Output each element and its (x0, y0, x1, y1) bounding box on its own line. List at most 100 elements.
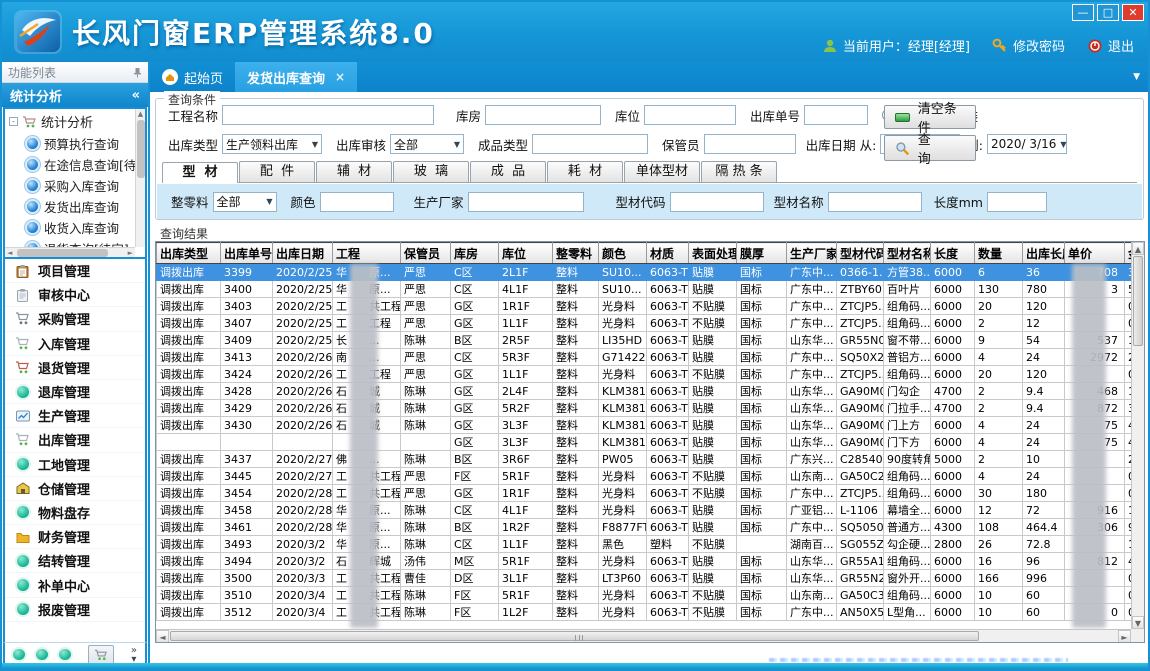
sidebar-menu-item[interactable]: 仓储管理 (5, 477, 145, 501)
column-header[interactable]: 出库类型 (157, 243, 221, 264)
material-tab[interactable]: 单体型材 (624, 161, 700, 182)
table-row[interactable]: 调拨出库35102020/3/4工共工程陈琳F区5R1F整料光身料6063-T5… (157, 587, 1146, 604)
tree-item[interactable]: 收货入库查询 (5, 217, 145, 238)
column-header[interactable]: 单价 (1065, 243, 1125, 264)
sidebar-menu-item[interactable]: 补单中心 (5, 573, 145, 597)
table-row[interactable]: 调拨出库34092020/2/25长...陈琳B区2R5F整料LI35HD606… (157, 332, 1146, 349)
horizontal-scrollbar[interactable]: ◄ ► (156, 629, 1131, 642)
sidebar-menu-item[interactable]: 结转管理 (5, 549, 145, 573)
toolbar-overflow-button[interactable]: »▾ (131, 646, 137, 664)
tree-root[interactable]: - 统计分析 (5, 109, 145, 133)
vertical-scrollbar[interactable]: ▲ ▼ (1131, 242, 1144, 629)
table-row[interactable]: 调拨出库33992020/2/25华原...严思C区2L1F整料SU10...6… (157, 264, 1146, 281)
material-tab[interactable]: 玻 璃 (393, 161, 469, 182)
column-header[interactable]: 生产厂家 (787, 243, 837, 264)
warehouse-input[interactable] (485, 105, 601, 125)
scroll-right-icon[interactable]: ► (1118, 630, 1131, 643)
logout-button[interactable]: 退出 (1087, 36, 1134, 55)
table-row[interactable]: 调拨出库34612020/2/28华原...陈琳B区1R2F整料F8877FT6… (157, 519, 1146, 536)
column-header[interactable]: 出库长度 (1023, 243, 1065, 264)
material-tab[interactable]: 型 材 (162, 162, 238, 183)
out-type-select[interactable]: 生产领料出库▼ (222, 134, 322, 154)
project-name-input[interactable] (222, 105, 434, 125)
sidebar-menu-item[interactable]: 入库管理 (5, 332, 145, 356)
toolbar-circle-icon[interactable] (36, 649, 48, 660)
column-header[interactable]: 型材代码 (837, 243, 884, 264)
order-no-input[interactable] (804, 105, 868, 125)
tab-list-dropdown-icon[interactable]: ▼ (1133, 72, 1140, 82)
table-row[interactable]: 调拨出库34282020/2/26石城陈琳G区2L4F整料KLM38176063… (157, 383, 1146, 400)
toolbar-circle-icon[interactable] (59, 649, 71, 660)
tree-item[interactable]: 预算执行查询 (5, 133, 145, 154)
column-header[interactable]: 长度 (931, 243, 975, 264)
location-input[interactable] (644, 105, 736, 125)
table-row[interactable]: 调拨出库34242020/2/26工工程严思G区1L1F整料光身料6063-T5… (157, 366, 1146, 383)
table-row[interactable]: 调拨出库34942020/3/2石辉城汤伟M区5R1F整料光身料6063-T5贴… (157, 553, 1146, 570)
column-header[interactable]: 材质 (647, 243, 689, 264)
table-row[interactable]: 调拨出库34542020/2/28工共工程严思G区1R1F整料光身料6063-T… (157, 485, 1146, 502)
whole-select[interactable]: 全部▼ (213, 192, 277, 212)
product-type-input[interactable] (532, 134, 648, 154)
table-row[interactable]: 调拨出库34032020/2/25工共工程严思G区1R1F整料光身料6063-T… (157, 298, 1146, 315)
column-header[interactable]: 数量 (975, 243, 1023, 264)
sidebar-menu-item[interactable]: 项目管理 (5, 259, 145, 283)
tree-item[interactable]: 发货出库查询 (5, 196, 145, 217)
scroll-down-icon[interactable]: ▼ (1132, 616, 1144, 629)
sidebar-menu-item[interactable]: 出库管理 (5, 428, 145, 452)
sidebar-menu-item[interactable]: 审核中心 (5, 283, 145, 307)
table-row[interactable]: 调拨出库34132020/2/26南...严思C区5R3F整料G71422606… (157, 349, 1146, 366)
column-header[interactable]: 型材名称 (884, 243, 931, 264)
scroll-up-icon[interactable]: ▲ (1132, 242, 1144, 255)
minimize-button[interactable]: — (1072, 4, 1094, 21)
sidebar-menu-item[interactable]: 退货管理 (5, 356, 145, 380)
table-row[interactable]: 调拨出库34932020/3/2华原...陈琳C区1L1F整料黑色塑料不贴膜湖南… (157, 536, 1146, 553)
table-row[interactable]: 调拨出库34582020/2/28华原...陈琳C区4L1F整料光身料6063-… (157, 502, 1146, 519)
table-row[interactable]: 调拨出库35002020/3/3工共工程曹佳D区3L1F整料LT3P606063… (157, 570, 1146, 587)
column-header[interactable]: 库房 (451, 243, 499, 264)
table-row[interactable]: 调拨出库34072020/2/25工工程严思G区1L1F整料光身料6063-T5… (157, 315, 1146, 332)
tree-horizontal-scrollbar[interactable]: ◄► (5, 247, 135, 257)
table-row[interactable]: 调拨出库34292020/2/26石城陈琳G区5R2F整料KLM38176063… (157, 400, 1146, 417)
maker-input[interactable] (468, 192, 584, 212)
column-header[interactable]: 颜色 (599, 243, 647, 264)
name-input[interactable] (828, 192, 922, 212)
search-button[interactable]: 查 询 (884, 135, 976, 161)
date-to-select[interactable]: 2020/ 3/16▼ (987, 134, 1067, 154)
table-row[interactable]: 调拨出库34452020/2/27工共工程严思F区5R1F整料光身料6063-T… (157, 468, 1146, 485)
column-header[interactable]: 整零料 (553, 243, 599, 264)
table-row[interactable]: G区3L3F整料KLM38176063-T5贴膜国标山东华...GA90M09.… (157, 434, 1146, 451)
tree-item[interactable]: 采购入库查询 (5, 175, 145, 196)
table-row[interactable]: 调拨出库34372020/2/27佛...陈琳B区3R6F整料PW056063-… (157, 451, 1146, 468)
toolbar-cart-button[interactable] (88, 645, 114, 665)
tab-start-page[interactable]: 起始页 (150, 62, 235, 92)
tree-expander-icon[interactable]: - (9, 117, 18, 126)
table-row[interactable]: 调拨出库34302020/2/26石城陈琳G区3L3F整料KLM38176063… (157, 417, 1146, 434)
sidebar-menu-item[interactable]: 采购管理 (5, 307, 145, 331)
column-header[interactable]: 出库日期 (273, 243, 333, 264)
column-header[interactable]: 表面处理 (689, 243, 737, 264)
horizontal-scroll-thumb[interactable] (170, 631, 979, 641)
sidebar-menu-item[interactable]: 物料盘存 (5, 501, 145, 525)
material-tab[interactable]: 成 品 (470, 161, 546, 182)
sidebar-menu-item[interactable]: 生产管理 (5, 404, 145, 428)
material-tab[interactable]: 耗 材 (547, 161, 623, 182)
color-input[interactable] (320, 192, 394, 212)
table-row[interactable]: 调拨出库34002020/2/25华原...严思C区4L1F整料SU10...6… (157, 281, 1146, 298)
audit-select[interactable]: 全部▼ (390, 134, 464, 154)
material-tab[interactable]: 配 件 (239, 161, 315, 182)
tree-item[interactable]: 在途信息查询[待 (5, 154, 145, 175)
close-button[interactable]: ✕ (1122, 4, 1144, 21)
tree-vertical-scrollbar[interactable]: ▲ (135, 109, 145, 247)
material-tab[interactable]: 辅 材 (316, 161, 392, 182)
change-password-button[interactable]: 修改密码 (992, 36, 1065, 55)
maximize-button[interactable]: □ (1097, 4, 1119, 21)
table-row[interactable]: 调拨出库35122020/3/4工共工程陈琳F区1L2F整料光身料6063-T5… (157, 604, 1146, 621)
pin-icon[interactable] (133, 67, 142, 78)
column-header[interactable]: 出库单号 (221, 243, 273, 264)
column-header[interactable]: 保管员 (401, 243, 451, 264)
tab-close-icon[interactable]: × (335, 70, 345, 84)
column-header[interactable]: 膜厚 (737, 243, 787, 264)
code-input[interactable] (670, 192, 764, 212)
column-header[interactable]: 工程 (333, 243, 401, 264)
keeper-input[interactable] (704, 134, 796, 154)
